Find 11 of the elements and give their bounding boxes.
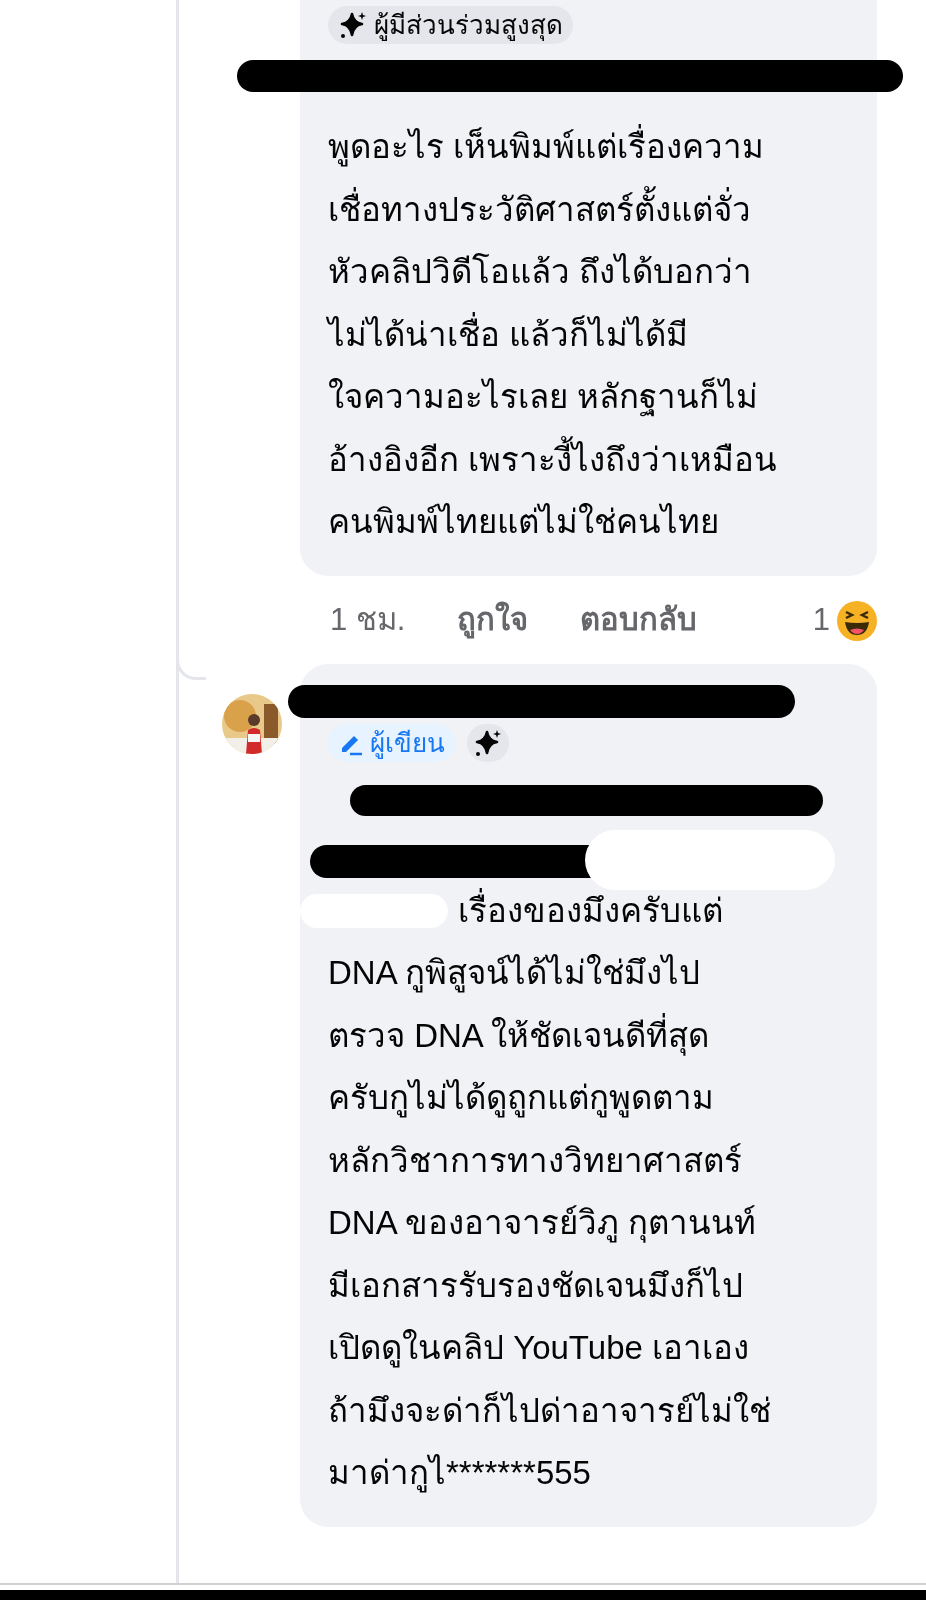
comment-text: พูดอะไร เห็นพิมพ์แต่เรื่องความ เชื่อทางประวัติศาสตร์ตั้งแต่จั่ว หัวคลิปวิดีโอแล้ว ถึงได้บอกว่า ไม่ได้น่าเชื่อ แล้วก็ไม่ได้มี ใจความอะไรเลย หลักฐานก็ไม่ อ้างอิงอีก เพราะงี้ไงถึงว่าเหมือน คนพิมพ์ไทยแต่ไม่ใช่คนไทย (328, 116, 849, 554)
reaction-count: 1 (812, 601, 830, 640)
comment-text: DNA กูพิสูจน์ได้ไม่ใช่มึงไป ตรวจ DNA ให้ชัดเจนดีที่สุด ครับกูไม่ได้ดูถูกแต่กูพูดตาม หลักวิชาการทางวิทยาศาสตร์ DNA ของอาจารย์วิภู กุตานนท์ มีเอกสารรับรองชัดเจนมึงก็ไป เปิดดูในคลิป YouTube เอาเอง ถ้ามึงจะด่าก็ไปด่าอาจารย์ไม่ใช่ มาด่ากูไ*******555 (328, 953, 772, 1495)
like-link[interactable]: ถูกใจ (457, 597, 529, 644)
sparkle-diamond-icon (338, 10, 368, 40)
comment-text: เรื่องของมึงครับแต่ (458, 879, 723, 942)
author-badge: ผู้เขียน (328, 723, 455, 762)
reply-link[interactable]: ตอบกลับ (580, 597, 698, 644)
laughing-emoji-icon (836, 599, 878, 642)
comment-time: 1 ชม. (330, 601, 406, 640)
top-fan-badge: ผู้มีส่วนร่วมสูงสุด (328, 6, 573, 44)
